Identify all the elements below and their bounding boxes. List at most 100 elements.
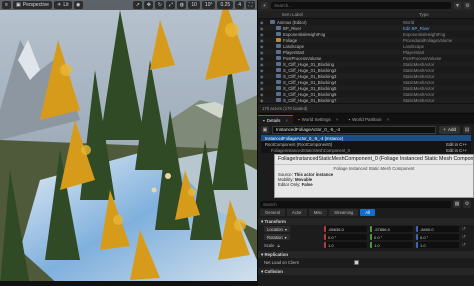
scale-x-field[interactable]: 1.0 (324, 242, 367, 248)
close-icon[interactable]: × (387, 117, 390, 122)
perspective-button[interactable]: ▣ Perspective (13, 1, 52, 9)
details-search-input[interactable]: Search (260, 200, 451, 208)
actor-icon (276, 74, 281, 78)
details-settings-button[interactable]: ⚙ (463, 200, 471, 208)
location-y-field[interactable]: -57856.0 (370, 226, 413, 232)
tab-world-partition[interactable]: ▪ World Partition × (343, 115, 394, 124)
angle-snap-button[interactable]: 10° (201, 1, 216, 9)
collision-section-header[interactable]: ▾ Collision (258, 268, 474, 275)
outliner-row-label: S_Cliff_Huge_01_Blocking2 (283, 67, 337, 73)
transform-section-header[interactable]: ▾ Transform (258, 218, 474, 225)
rotation-x-value: 0.0 ° (328, 234, 337, 240)
outliner-footer: 170 actors (170 loaded) (258, 103, 474, 112)
outliner-row-type: ExponentialHeightFog (403, 31, 446, 37)
lock-icon[interactable]: 🔒︎ (277, 243, 279, 248)
outliner-row-name: S_Cliff_Huge_01_Blocking7 (266, 98, 403, 103)
location-z-field[interactable]: -8400.0 (416, 226, 459, 232)
lit-button[interactable]: ☀ Lit (53, 1, 72, 9)
filter-tab-actor[interactable]: Actor (286, 209, 307, 216)
rotation-x-field[interactable]: 0.0 ° (324, 234, 367, 240)
outliner-row[interactable]: ◉ ExponentialHeightFog ExponentialHeightFo… (258, 31, 474, 37)
outliner-row-type[interactable]: Edit BP_River (403, 26, 430, 31)
outliner-row-label: S_Cliff_Huge_01_Blocking4 (283, 79, 337, 85)
filter-tab-all[interactable]: All (360, 209, 376, 216)
actor-icon (276, 44, 281, 48)
camera-speed-button[interactable]: 4 (235, 1, 244, 9)
grid-snap-button[interactable]: 10 (188, 1, 200, 9)
rotation-z-field[interactable]: 0.0 ° (416, 234, 459, 240)
close-icon[interactable]: × (285, 118, 288, 123)
scale-mode-button[interactable]: ⤢ (166, 1, 176, 9)
maximize-icon: ⛶ (248, 2, 253, 8)
outliner-search-input[interactable]: Search... (271, 2, 451, 9)
outliner-row[interactable]: ◉ Foliage ProceduralFoliageVolume (258, 37, 474, 43)
chevron-down-icon: ▾ (284, 234, 287, 240)
outliner-row-type: StaticMeshActor (403, 97, 435, 103)
level-viewport[interactable]: ≡ ▣ Perspective ☀ Lit ◉ ➚ ✥ ↻ ⤢ ◍ 10 10°… (0, 0, 257, 286)
filter-tab-streaming[interactable]: Streaming (329, 209, 359, 216)
tab-icon: ▪ (348, 117, 351, 122)
property-matrix-button[interactable]: ▦ (453, 200, 461, 208)
outliner-row-type: StaticMeshActor (403, 85, 435, 91)
outliner-row-name: ExponentialHeightFog (266, 32, 403, 37)
filter-tab-misc[interactable]: Misc (308, 209, 328, 216)
type-column[interactable]: Type (419, 12, 429, 17)
location-x-field[interactable]: -65636.0 (324, 226, 367, 232)
location-dropdown[interactable]: Location ▾ (264, 226, 290, 232)
scale-y-field[interactable]: 1.0 (370, 242, 413, 248)
y-axis-marker (370, 226, 372, 232)
show-button[interactable]: ◉ (73, 1, 83, 9)
tab-details[interactable]: ▪ Details × (258, 115, 294, 124)
edit-in-cpp-link[interactable]: Edit in C++ (446, 148, 467, 153)
add-component-button[interactable]: + Add (439, 125, 460, 134)
scale-label: Scale (264, 242, 275, 248)
actor-icon-button[interactable]: ▣ (261, 125, 269, 134)
hamburger-icon: ≡ (5, 2, 8, 8)
plus-icon: + (263, 2, 266, 9)
tab-world-settings[interactable]: ▪ World Settings × (293, 115, 343, 124)
blueprint-button[interactable]: ▤ (463, 125, 471, 134)
rotation-vector: 0.0 ° 0.0 ° 0.0 ° (324, 234, 459, 240)
outliner-row-label: BP_River (283, 25, 302, 31)
reset-arrow-icon[interactable]: ↺ (462, 242, 468, 248)
component-row[interactable]: FoliageInstancedStaticMeshComponent_0 Edi… (261, 147, 471, 153)
outliner-row-type: PostProcessVolume (403, 55, 442, 61)
edit-in-cpp-link[interactable]: Edit in C++ (446, 142, 467, 147)
scale-snap-value: 0.25 (220, 2, 231, 8)
actor-name-field[interactable]: InstancedFoliageActor_0_-5_-4 (272, 125, 437, 134)
eye-icon: ◉ (75, 2, 81, 8)
outliner-row-label: S_Cliff_Huge_01_Blocking (283, 61, 335, 67)
translate-mode-button[interactable]: ✥ (144, 1, 154, 9)
net-load-checkbox[interactable] (354, 259, 359, 265)
world-local-button[interactable]: ◍ (177, 1, 187, 9)
actor-icon (276, 62, 281, 66)
outliner-row-label: S_Cliff_Huge_01_Blocking3 (283, 73, 337, 79)
replication-section-header[interactable]: ▾ Replication (258, 251, 474, 258)
rotate-mode-button[interactable]: ↻ (155, 1, 165, 9)
settings-button[interactable]: ⚙ (464, 2, 471, 9)
z-axis-marker (416, 234, 418, 240)
filter-icon: ▼ (455, 2, 460, 9)
cube-icon: ▣ (262, 126, 268, 133)
close-icon[interactable]: × (336, 117, 339, 122)
reset-arrow-icon[interactable]: ↺ (462, 234, 468, 240)
select-mode-button[interactable]: ➚ (133, 1, 143, 9)
reset-arrow-icon[interactable]: ↺ (462, 226, 468, 232)
maximize-viewport-button[interactable]: ⛶ (246, 1, 255, 9)
item-label-column[interactable]: Item Label (282, 12, 419, 17)
location-x-value: -65636.0 (328, 226, 344, 232)
grid-icon: ▦ (454, 201, 460, 207)
add-filter-button[interactable]: + (261, 2, 268, 9)
blueprint-icon: ▤ (464, 126, 470, 133)
rotation-dropdown[interactable]: Rotation ▾ (264, 234, 290, 240)
outliner-row-name: Foliage (266, 38, 403, 43)
outliner-row-type: StaticMeshActor (403, 67, 435, 73)
scale-snap-button[interactable]: 0.25 (217, 1, 234, 9)
scale-z-field[interactable]: 1.0 (416, 242, 459, 248)
filter-tab-general[interactable]: General (260, 209, 285, 216)
x-axis-marker (324, 234, 326, 240)
viewport-menu-button[interactable]: ≡ (2, 1, 11, 9)
rotation-y-field[interactable]: 0.0 ° (370, 234, 413, 240)
filter-button[interactable]: ▼ (454, 2, 461, 9)
location-y-value: -57856.0 (374, 226, 390, 232)
